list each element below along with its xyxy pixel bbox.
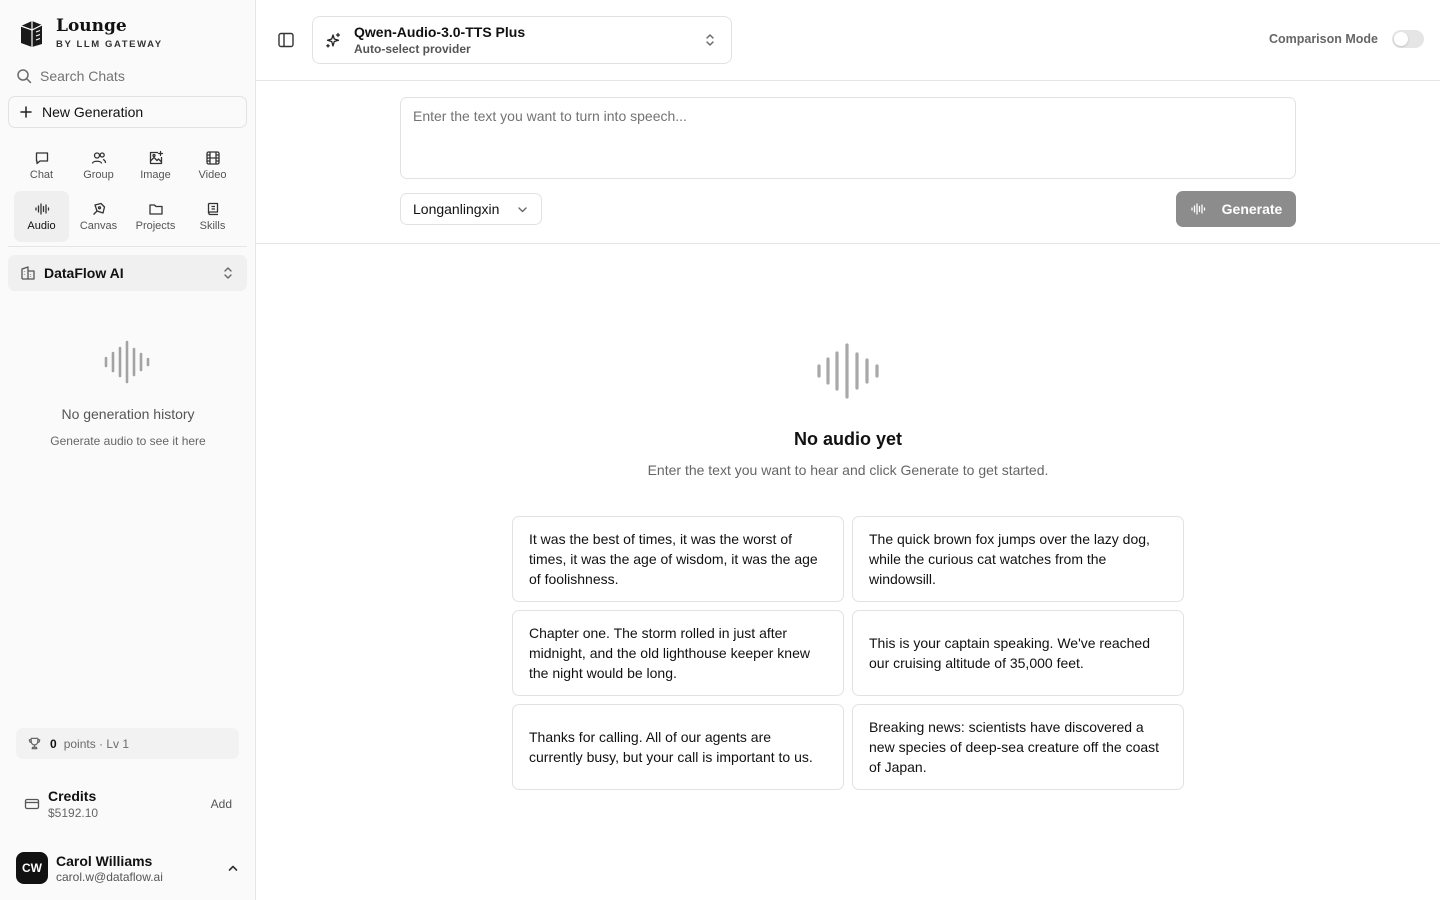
toggle-knob (1394, 32, 1408, 46)
new-generation-button[interactable]: New Generation (8, 96, 247, 128)
audio-icon (34, 203, 49, 215)
avatar: CW (16, 852, 48, 884)
sample-prompt-card[interactable]: This is your captain speaking. We've rea… (852, 610, 1184, 696)
user-email: carol.w@dataflow.ai (56, 869, 163, 884)
composer: Enter the text you want to turn into spe… (256, 81, 1440, 244)
comparison-mode-label: Comparison Mode (1268, 32, 1378, 46)
credits-label: Credits (48, 788, 97, 804)
brand-subtitle: BY LLM GATEWAY (56, 39, 163, 50)
toggle-sidebar-icon[interactable] (277, 31, 295, 49)
image-icon (149, 150, 163, 165)
folder-icon (148, 204, 163, 215)
mode-label: Group (83, 169, 114, 181)
empty-state-title: No audio yet (793, 429, 902, 449)
canvas-icon (92, 202, 105, 215)
history-empty-state: No generation history Generate audio to … (0, 340, 256, 448)
sample-prompt-card[interactable]: It was the best of times, it was the wor… (512, 516, 844, 602)
audio-waveform-icon (104, 340, 150, 384)
comparison-mode: Comparison Mode (1269, 30, 1424, 48)
sample-prompt-card[interactable]: Breaking news: scientists have discovere… (852, 704, 1184, 790)
credits-amount: $5192.10 (48, 806, 99, 820)
generate-label: Generate (1221, 201, 1283, 217)
chat-icon (35, 152, 48, 165)
sparkles-icon (326, 32, 341, 48)
lounge-logo-icon (20, 21, 43, 47)
mode-skills[interactable]: Skills (185, 191, 240, 242)
chevron-up-down-icon (224, 267, 232, 279)
trophy-icon (28, 737, 41, 750)
building-icon (21, 266, 35, 280)
user-name: Carol Williams (56, 852, 153, 869)
history-empty-title: No generation history (61, 406, 195, 422)
mode-projects[interactable]: Projects (128, 191, 183, 242)
plus-icon (20, 106, 32, 118)
mode-label: Image (140, 169, 171, 181)
history-empty-subtitle: Generate audio to see it here (50, 434, 206, 448)
skills-icon (207, 202, 218, 216)
group-icon (91, 152, 106, 164)
mode-audio[interactable]: Audio (14, 191, 69, 242)
mode-group[interactable]: Group (71, 140, 126, 191)
empty-state: No audio yet Enter the text you want to … (256, 244, 1440, 478)
model-name: Qwen-Audio-3.0-TTS Plus (354, 24, 526, 40)
mode-image[interactable]: Image (128, 140, 183, 191)
model-selector[interactable]: Qwen-Audio-3.0-TTS Plus Auto-select prov… (312, 16, 732, 64)
brand[interactable]: Lounge BY LLM GATEWAY (18, 16, 163, 50)
voice-selector[interactable]: Longanlingxin (400, 193, 542, 225)
credit-card-icon (24, 798, 40, 810)
top-bar: Qwen-Audio-3.0-TTS Plus Auto-select prov… (256, 0, 1440, 81)
sample-prompt-card[interactable]: The quick brown fox jumps over the lazy … (852, 516, 1184, 602)
search-placeholder: Search Chats (40, 68, 125, 84)
mode-chat[interactable]: Chat (14, 140, 69, 191)
mode-label: Video (198, 169, 227, 181)
mode-label: Projects (135, 220, 176, 232)
points-badge[interactable]: 0 points · Lv 1 (16, 728, 239, 759)
points-level: points · Lv 1 (63, 736, 130, 751)
mode-switcher: Chat Group Image Video Audio Canvas Proj… (14, 140, 242, 242)
mode-label: Canvas (79, 220, 118, 232)
workspace-name: DataFlow AI (44, 265, 124, 281)
user-menu[interactable]: CW Carol Williams carol.w@dataflow.ai (16, 850, 240, 886)
brand-name: Lounge (56, 16, 127, 36)
workspace-selector[interactable]: DataFlow AI (8, 255, 247, 291)
mode-label: Skills (199, 220, 226, 232)
speech-text-input[interactable]: Enter the text you want to turn into spe… (400, 97, 1296, 179)
sample-prompts: It was the best of times, it was the wor… (512, 516, 1184, 790)
sample-prompt-card[interactable]: Thanks for calling. All of our agents ar… (512, 704, 844, 790)
add-credits-button[interactable]: Add (211, 797, 232, 811)
chevron-up-icon (228, 865, 238, 871)
empty-state-subtitle: Enter the text you want to hear and clic… (647, 462, 1049, 478)
speech-text-placeholder: Enter the text you want to turn into spe… (413, 108, 687, 124)
generate-button[interactable]: Generate (1176, 191, 1296, 227)
mode-label: Chat (29, 169, 54, 181)
audio-lines-icon (1190, 203, 1205, 215)
search-icon (17, 69, 32, 84)
voice-value: Longanlingxin (413, 201, 500, 217)
sidebar: Lounge BY LLM GATEWAY Search Chats New G… (0, 0, 256, 900)
new-generation-label: New Generation (42, 104, 144, 120)
mode-label: Audio (27, 220, 56, 232)
chevron-up-down-icon (706, 34, 714, 46)
provider-label: Auto-select provider (354, 42, 471, 56)
sample-prompt-card[interactable]: Chapter one. The storm rolled in just af… (512, 610, 844, 696)
comparison-mode-toggle[interactable] (1392, 30, 1424, 48)
points-value: 0 (50, 736, 57, 751)
search-chats-input[interactable]: Search Chats (16, 66, 240, 86)
audio-waveform-icon (817, 343, 879, 399)
sidebar-divider (8, 246, 247, 247)
chevron-down-icon (518, 206, 527, 212)
mode-canvas[interactable]: Canvas (71, 191, 126, 242)
credits-panel: Credits $5192.10 Add (16, 784, 240, 824)
mode-video[interactable]: Video (185, 140, 240, 191)
video-icon (205, 151, 220, 165)
